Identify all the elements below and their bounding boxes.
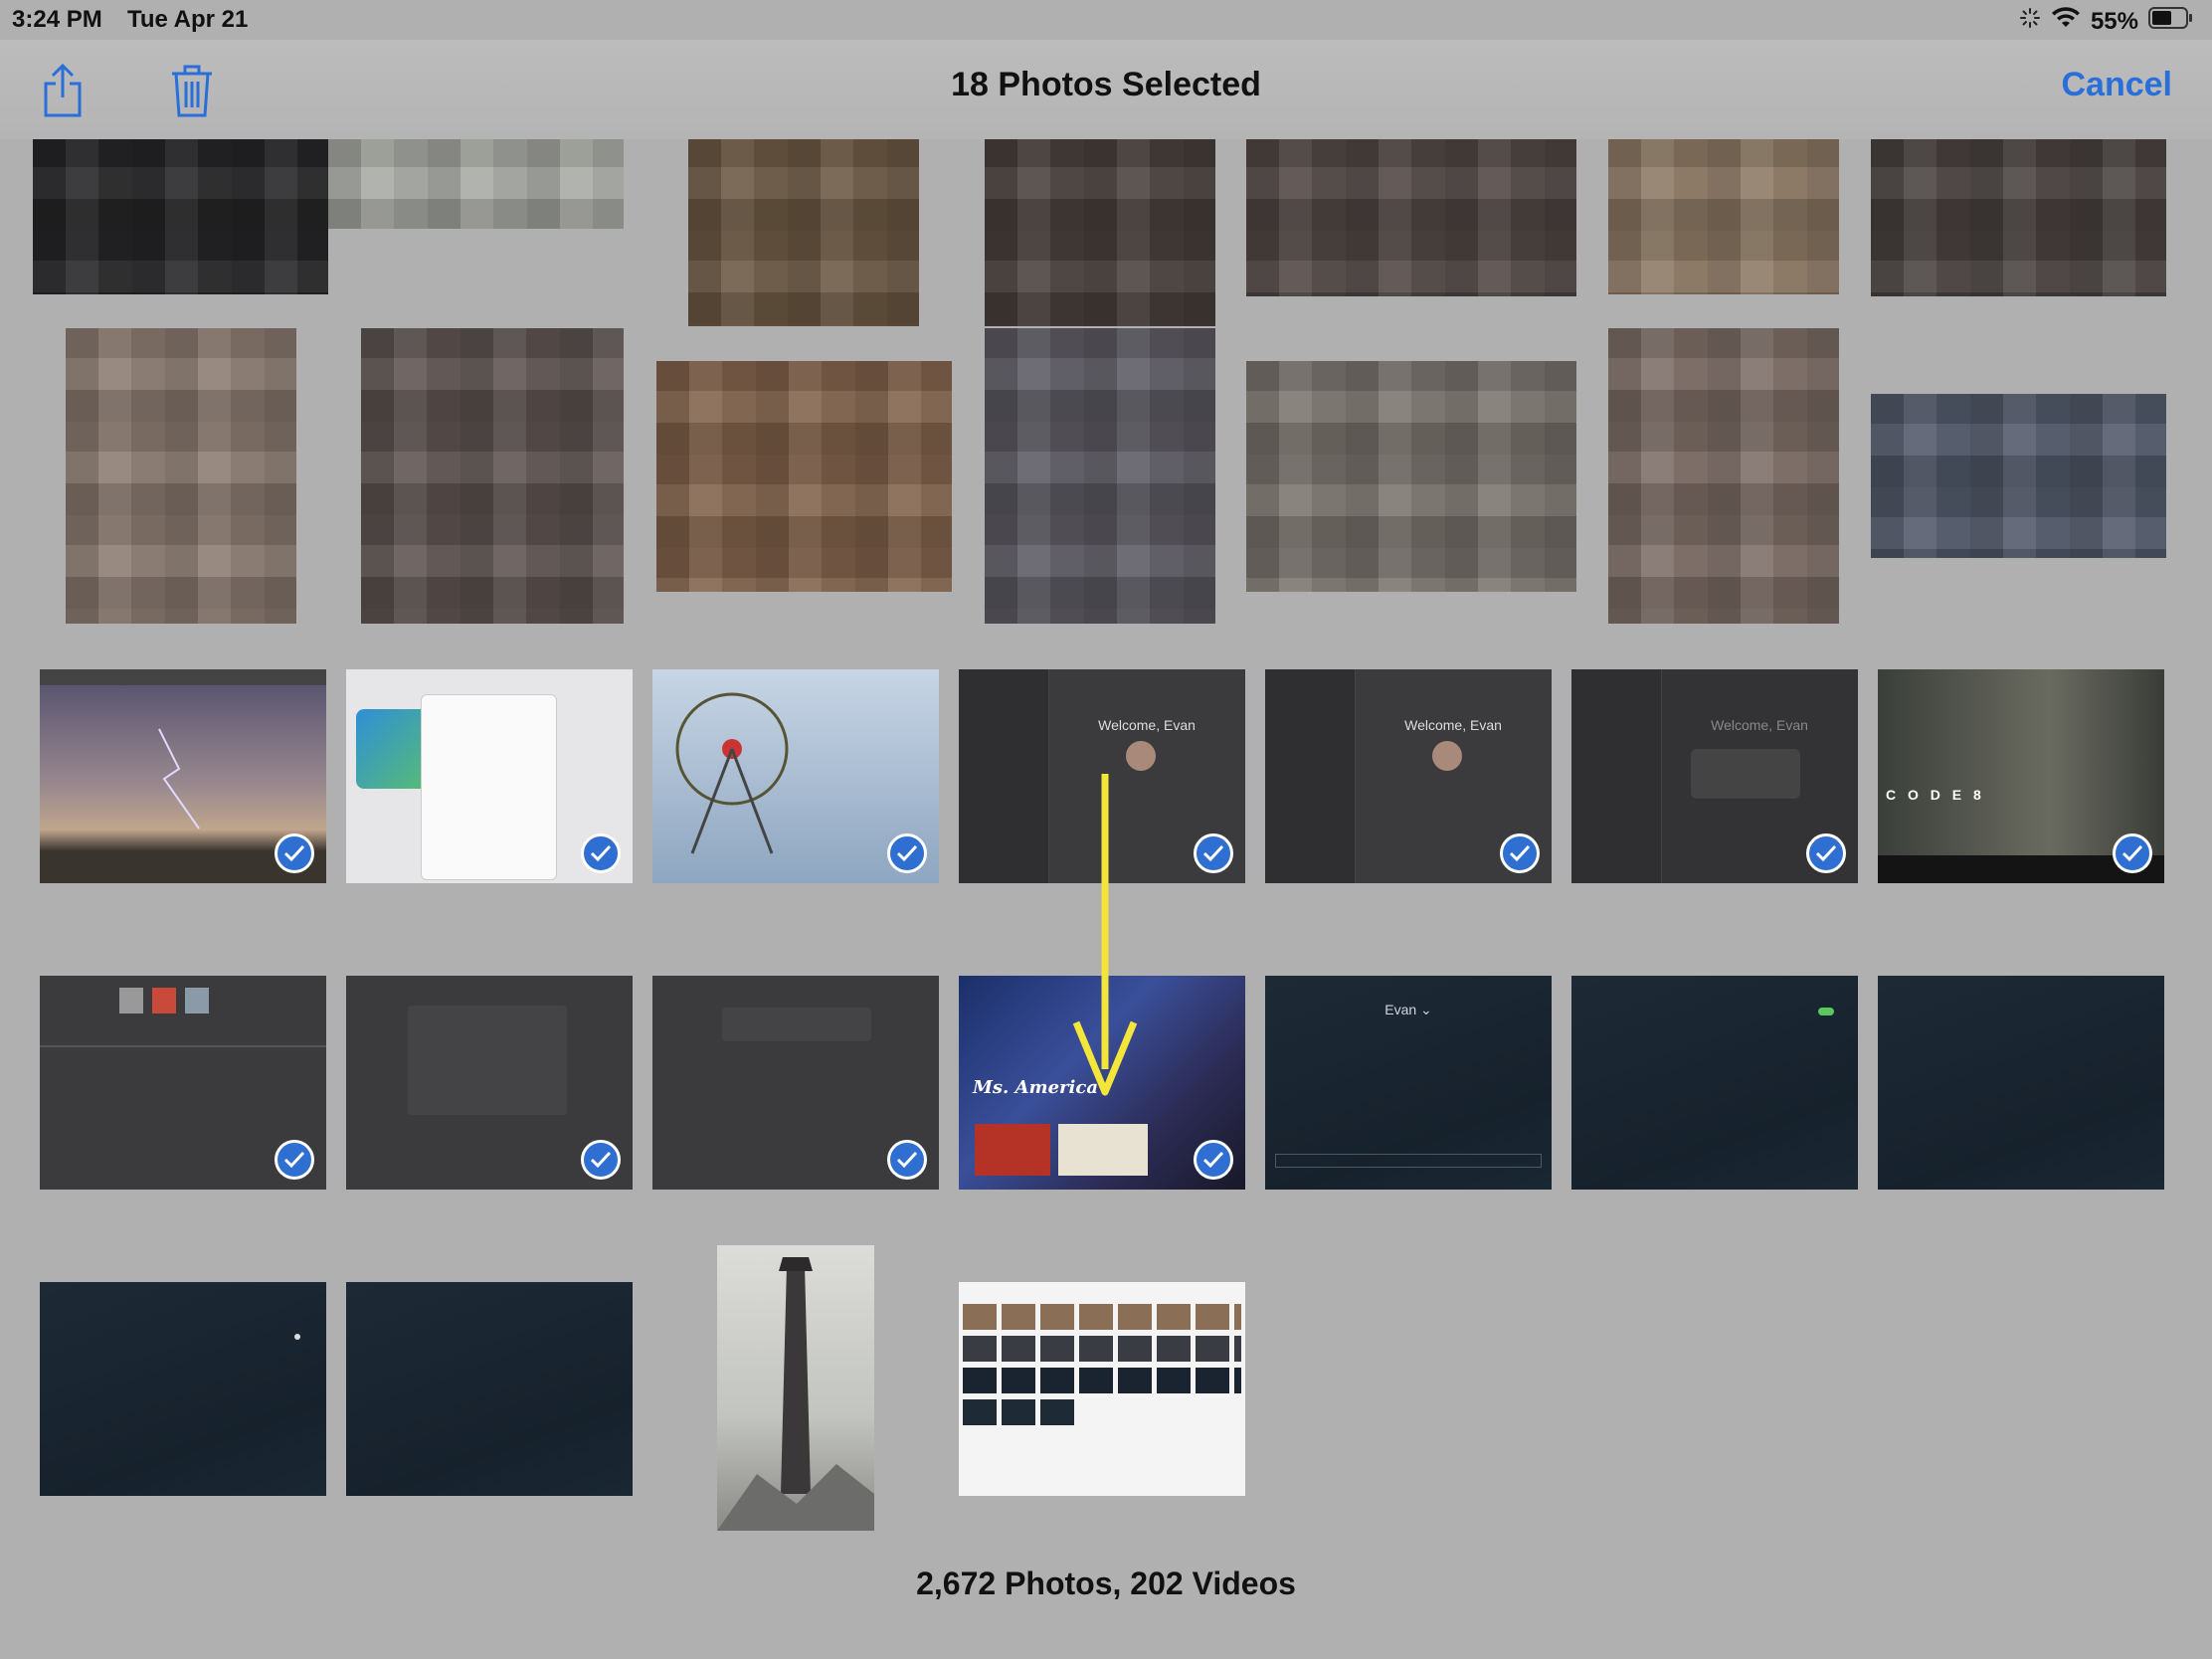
avatar <box>1432 741 1462 771</box>
poster-title: Ms. America <box>973 1077 1098 1098</box>
avatar <box>152 988 176 1014</box>
photo-thumbnail[interactable] <box>33 137 328 294</box>
share-sheet <box>421 694 557 880</box>
avatar <box>1126 741 1156 771</box>
selected-check-icon <box>1500 833 1540 873</box>
settings-panel <box>408 1006 567 1115</box>
selected-check-icon <box>887 833 927 873</box>
sidebar-sim <box>1571 669 1662 883</box>
photo-thumbnail[interactable] <box>1246 137 1576 296</box>
app-store-screenshot[interactable] <box>346 669 633 883</box>
welcome-screenshot[interactable]: Welcome, Evan <box>1265 669 1552 883</box>
sidebar-sim <box>1265 669 1356 883</box>
photo-thumbnail[interactable] <box>985 328 1215 624</box>
welcome-screenshot[interactable]: Welcome, Evan <box>1571 669 1858 883</box>
welcome-text: Welcome, Evan <box>1711 717 1808 733</box>
thumb-row <box>963 1336 1241 1362</box>
status-right: 55% <box>2019 6 2194 37</box>
cancel-button[interactable]: Cancel <box>2062 66 2173 104</box>
photo-thumbnail[interactable] <box>1608 328 1839 624</box>
thumb-row <box>963 1368 1241 1393</box>
photo-thumbnail[interactable] <box>1871 137 2166 296</box>
selection-toolbar: 18 Photos Selected Cancel <box>0 40 2212 139</box>
selected-check-icon <box>1194 1140 1233 1180</box>
storm-screenshot[interactable] <box>40 669 326 883</box>
welcome-screenshot[interactable]: Welcome, Evan <box>959 669 1245 883</box>
selected-check-icon <box>2113 833 2152 873</box>
avatar <box>185 988 209 1014</box>
tower-photo[interactable] <box>717 1245 874 1531</box>
photo-thumbnail[interactable] <box>328 137 624 229</box>
wifi-icon <box>2051 7 2081 36</box>
battery-percent: 55% <box>2090 7 2138 35</box>
signout-bar <box>1275 1154 1542 1168</box>
photo-thumbnail[interactable] <box>656 361 952 592</box>
poster-screenshot[interactable]: Ms. America <box>959 976 1245 1190</box>
selected-check-icon <box>581 833 621 873</box>
status-time: 3:24 PM <box>12 6 102 33</box>
downloads-screenshot[interactable] <box>40 1282 326 1496</box>
profiles-screenshot[interactable] <box>40 976 326 1190</box>
selected-check-icon <box>887 1140 927 1180</box>
page-title: 18 Photos Selected <box>951 66 1261 103</box>
photo-thumbnail[interactable] <box>1246 361 1576 592</box>
account-menu-screenshot[interactable]: Evan ⌄ <box>1265 976 1552 1190</box>
tower-image <box>717 1257 874 1531</box>
cellular-data-screenshot[interactable] <box>1878 976 2164 1190</box>
ferris-wheel-icon <box>675 692 789 854</box>
poster-tile <box>975 1124 1050 1176</box>
selected-check-icon <box>275 1140 314 1180</box>
library-count: 2,672 Photos, 202 Videos <box>916 1566 1296 1601</box>
settings-screenshot[interactable] <box>1571 976 1858 1190</box>
selected-check-icon <box>581 1140 621 1180</box>
divider <box>40 1045 326 1047</box>
avatar <box>119 988 143 1014</box>
battery-icon <box>2148 6 2194 37</box>
show-title: C O D E 8 <box>1886 787 1985 803</box>
home-screen-screenshot[interactable] <box>652 669 939 883</box>
photo-thumbnail[interactable] <box>985 137 1215 326</box>
poster-tile <box>1058 1124 1148 1176</box>
welcome-text: Welcome, Evan <box>1404 717 1502 733</box>
photo-thumbnail[interactable] <box>66 328 296 624</box>
app-settings-screenshot[interactable] <box>346 976 633 1190</box>
netflix-screenshot[interactable]: C O D E 8 <box>1878 669 2164 883</box>
video-quality-screenshot[interactable] <box>652 976 939 1190</box>
status-date: Tue Apr 21 <box>127 6 249 33</box>
sidebar-sim <box>959 669 1049 883</box>
profile-name: Evan ⌄ <box>1384 1002 1432 1017</box>
photo-thumbnail[interactable] <box>688 137 919 326</box>
photos-grid-screenshot[interactable] <box>959 1282 1245 1496</box>
options-panel <box>722 1008 871 1041</box>
selected-check-icon <box>275 833 314 873</box>
dialog <box>1691 749 1800 799</box>
photo-thumbnail[interactable] <box>1608 137 1839 294</box>
photo-thumbnail[interactable] <box>361 328 624 624</box>
selected-check-icon <box>1194 833 1233 873</box>
toggle-knob <box>294 1334 300 1340</box>
thumb-row <box>963 1399 1074 1425</box>
welcome-text: Welcome, Evan <box>1098 717 1196 733</box>
photo-thumbnail[interactable] <box>1871 394 2166 558</box>
selected-check-icon <box>1806 833 1846 873</box>
thumb-row <box>963 1304 1241 1330</box>
status-bar: 3:24 PM Tue Apr 21 55% <box>0 0 2212 40</box>
toggle-switch <box>1818 1008 1834 1015</box>
activity-icon <box>2019 7 2041 36</box>
video-quality-screenshot[interactable] <box>346 1282 633 1496</box>
